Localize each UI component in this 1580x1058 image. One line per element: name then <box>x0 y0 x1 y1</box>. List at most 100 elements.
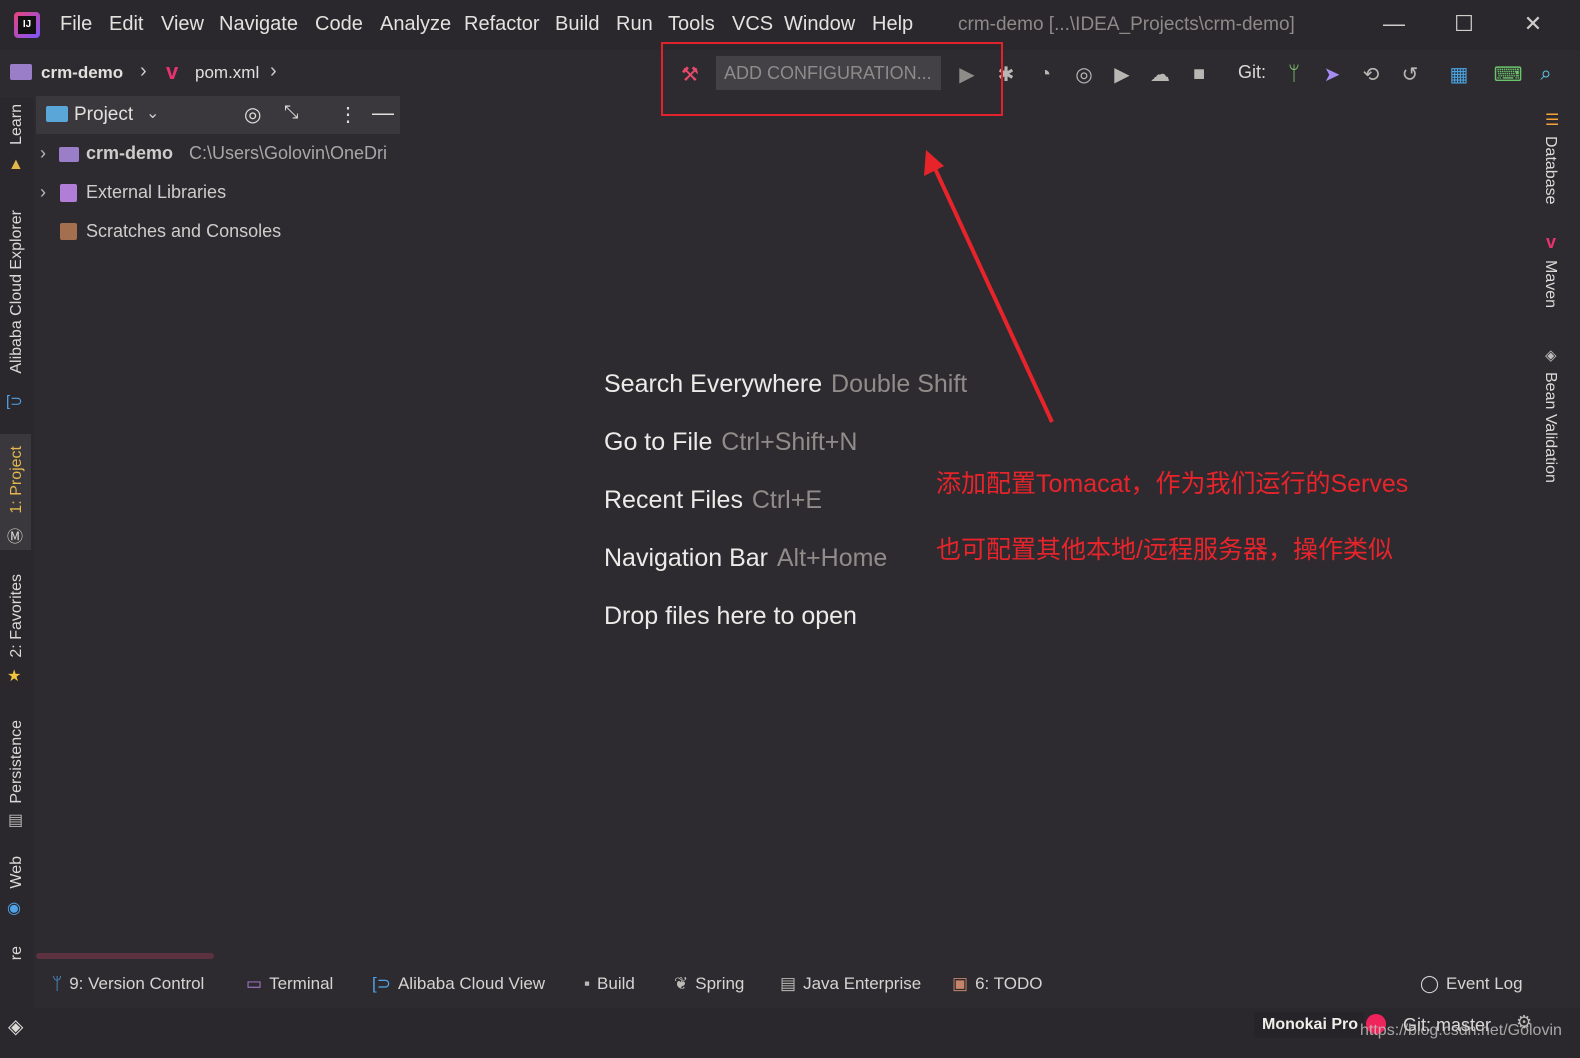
hint-recent-files: Recent Files Ctrl+E <box>604 486 822 515</box>
hint-shortcut: Ctrl+Shift+N <box>721 428 858 456</box>
minimize-button[interactable]: — <box>1374 8 1414 40</box>
git-branch-icon[interactable]: ᛘ <box>1280 60 1308 88</box>
tree-expand-icon[interactable]: › <box>40 182 46 203</box>
git-label: Git: <box>1238 62 1267 82</box>
breadcrumb-file[interactable]: pom.xml <box>195 63 259 83</box>
close-button[interactable]: ✕ <box>1513 8 1553 40</box>
speech-bubble-icon: ◯ <box>1420 974 1440 993</box>
tab-todo[interactable]: ▣ 6: TODO <box>952 974 1042 994</box>
collapse-all-icon[interactable]: ⤡ <box>284 102 298 123</box>
tab-project[interactable]: 1: Project <box>8 446 26 514</box>
locate-icon[interactable]: ◎ <box>244 102 261 127</box>
hint-shortcut: Alt+Home <box>776 544 888 572</box>
tab-alibaba-cloud-explorer[interactable]: Alibaba Cloud Explorer <box>8 210 26 374</box>
database-icon: ☰ <box>1545 112 1560 129</box>
profile-icon[interactable]: ◎ <box>1070 60 1098 88</box>
menu-run[interactable]: Run <box>616 13 653 36</box>
library-icon <box>60 184 77 202</box>
coverage-icon[interactable]: ◔ <box>1031 60 1059 88</box>
project-tab-icon: Ⓜ <box>7 529 24 546</box>
tab-favorites[interactable]: 2: Favorites <box>8 574 26 658</box>
maximize-button[interactable]: ☐ <box>1444 8 1484 40</box>
scratches-icon <box>60 223 77 240</box>
chevron-down-icon[interactable]: ⌄ <box>146 103 159 123</box>
annotation-text-line1: 添加配置Tomacat，作为我们运行的Serves <box>936 470 1409 498</box>
bean-validation-icon: ◈ <box>1545 347 1557 364</box>
tab-terminal[interactable]: ▭ Terminal <box>246 974 333 994</box>
project-view-icon <box>46 106 68 122</box>
horizontal-scrollbar[interactable] <box>36 953 214 959</box>
tab-persistence[interactable]: Persistence <box>8 720 26 804</box>
menu-vcs[interactable]: VCS <box>732 13 773 36</box>
maven-icon: v <box>166 59 179 84</box>
hint-label: Search Everywhere <box>604 370 823 398</box>
tab-build[interactable]: ▪ Build <box>584 974 635 994</box>
history-icon[interactable]: ⟲ <box>1357 60 1385 88</box>
tree-item-external-libraries[interactable]: External Libraries <box>86 182 226 203</box>
vcs-branch-icon: ᛘ <box>52 974 63 993</box>
breadcrumb-project[interactable]: crm-demo <box>41 63 123 83</box>
menu-help[interactable]: Help <box>872 13 913 36</box>
tab-bean-validation[interactable]: Bean Validation <box>1541 372 1559 483</box>
tab-spring[interactable]: ❦ Spring <box>674 974 744 994</box>
hint-label: Go to File <box>604 428 713 456</box>
alibaba-cloud-icon: [⊃ <box>6 393 23 410</box>
menu-view[interactable]: View <box>161 13 204 36</box>
tab-java-enterprise[interactable]: ▤ Java Enterprise <box>780 974 921 994</box>
hint-navigation-bar: Navigation Bar Alt+Home <box>604 544 887 573</box>
terminal-icon[interactable]: ⌨ <box>1494 60 1523 88</box>
run-ant-icon[interactable]: ▶ <box>1108 60 1136 88</box>
rollback-icon[interactable]: ↺ <box>1396 60 1424 88</box>
gradle-icon[interactable]: ☁ <box>1146 60 1174 88</box>
git-push-icon[interactable]: ➤ <box>1318 60 1346 88</box>
tab-web[interactable]: Web <box>8 856 26 889</box>
menu-code[interactable]: Code <box>315 13 363 36</box>
stop-icon[interactable]: ■ <box>1185 60 1213 88</box>
persistence-icon: ▤ <box>8 812 24 829</box>
tab-version-control[interactable]: ᛘ 9: Version Control <box>52 974 204 994</box>
menu-window[interactable]: Window <box>784 13 855 36</box>
module-folder-icon <box>59 147 79 162</box>
theme-name[interactable]: Monokai Pro <box>1262 1016 1358 1034</box>
search-icon[interactable]: ⌕ <box>1532 60 1560 88</box>
hide-panel-icon[interactable]: — <box>372 100 394 126</box>
menu-build[interactable]: Build <box>555 13 599 36</box>
web-globe-icon: ◉ <box>7 900 21 917</box>
annotation-arrow <box>924 150 1054 423</box>
watermark-url: https://blog.csdn.net/Golovin <box>1360 1022 1562 1039</box>
todo-icon: ▣ <box>952 974 969 993</box>
chevron-right-icon: › <box>140 60 147 82</box>
more-options-icon[interactable]: ⋮ <box>338 102 358 127</box>
tab-maven[interactable]: Maven <box>1541 260 1559 308</box>
star-icon: ★ <box>7 668 22 685</box>
tab-re[interactable]: re <box>8 946 26 960</box>
hint-label: Drop files here to open <box>604 602 857 630</box>
learn-icon: ▲ <box>8 156 24 173</box>
tree-expand-icon[interactable]: › <box>40 143 46 164</box>
tab-database[interactable]: Database <box>1541 136 1559 205</box>
menu-file[interactable]: File <box>60 13 92 36</box>
project-view-selector[interactable]: Project <box>74 104 133 126</box>
menu-tools[interactable]: Tools <box>668 13 715 36</box>
tab-learn[interactable]: Learn <box>8 104 26 145</box>
tree-item-crm-demo[interactable]: crm-demo <box>86 143 173 164</box>
layers-icon[interactable]: ◈ <box>8 1014 23 1039</box>
hint-shortcut: Ctrl+E <box>751 486 822 514</box>
tree-item-scratches[interactable]: Scratches and Consoles <box>86 221 281 242</box>
alibaba-cloud-icon: [⊃ <box>372 974 391 993</box>
spring-leaf-icon: ❦ <box>674 974 689 993</box>
app-logo-icon: IJ <box>14 12 40 38</box>
hint-label: Navigation Bar <box>604 544 768 572</box>
window-title: crm-demo [...\IDEA_Projects\crm-demo] <box>958 14 1295 35</box>
event-log-button[interactable]: ◯ Event Log <box>1420 974 1523 994</box>
java-enterprise-icon: ▤ <box>780 974 797 993</box>
maven-icon: v <box>1546 232 1557 252</box>
menu-edit[interactable]: Edit <box>109 13 143 36</box>
build-icon: ▪ <box>584 974 591 993</box>
layout-icon[interactable]: ▦ <box>1445 60 1473 88</box>
menu-analyze[interactable]: Analyze <box>380 13 451 36</box>
tab-alibaba-cloud-view[interactable]: [⊃ Alibaba Cloud View <box>372 974 545 994</box>
menu-navigate[interactable]: Navigate <box>219 13 298 36</box>
menu-refactor[interactable]: Refactor <box>464 13 540 36</box>
hint-go-to-file: Go to File Ctrl+Shift+N <box>604 428 857 457</box>
